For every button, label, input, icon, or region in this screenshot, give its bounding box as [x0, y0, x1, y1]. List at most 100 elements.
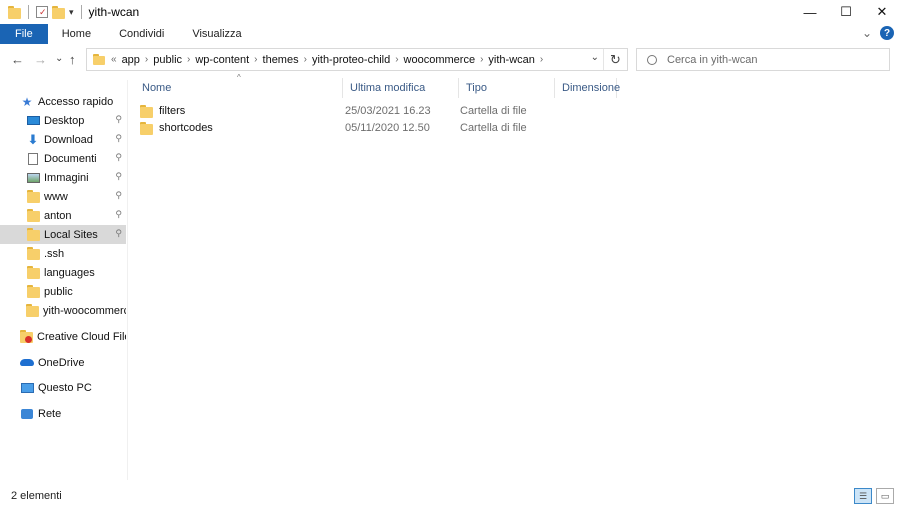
sidebar-item-label: Immagini	[44, 171, 89, 184]
up-button[interactable]: ↑	[69, 52, 76, 67]
file-modified: 05/11/2020 12.50	[345, 122, 430, 134]
pin-icon[interactable]: ⚲	[115, 171, 122, 182]
folder-icon	[140, 121, 153, 135]
folder-icon	[140, 104, 153, 118]
sidebar-item-ssh[interactable]: .ssh	[0, 244, 126, 263]
tab-share[interactable]: Condividi	[105, 24, 178, 44]
quick-access-toolbar: ✓ ▾	[0, 5, 85, 19]
sidebar-item-public[interactable]: public	[0, 282, 126, 301]
pin-icon[interactable]: ⚲	[115, 228, 122, 239]
file-name: shortcodes	[159, 122, 213, 134]
folder-icon	[26, 190, 40, 203]
minimize-button[interactable]: —	[792, 0, 828, 24]
new-folder-icon[interactable]	[52, 5, 65, 19]
back-button[interactable]: ←	[11, 52, 24, 67]
expand-ribbon-icon[interactable]: ⌄	[862, 26, 872, 40]
tab-file[interactable]: File	[0, 24, 48, 44]
large-icons-view-icon[interactable]: ▭	[876, 488, 894, 504]
forward-button[interactable]: →	[34, 52, 47, 67]
customize-toolbar-icon[interactable]: ▾	[69, 7, 74, 18]
sidebar-item-www[interactable]: www ⚲	[0, 187, 126, 206]
sidebar-item-languages[interactable]: languages	[0, 263, 126, 282]
column-header-name[interactable]: Nome	[135, 78, 343, 98]
file-row[interactable]: filters 25/03/2021 16.23 Cartella di fil…	[140, 102, 555, 120]
sidebar-item-anton[interactable]: anton ⚲	[0, 206, 126, 225]
pin-icon[interactable]: ⚲	[115, 209, 122, 220]
address-bar[interactable]: « app › public › wp-content › themes › y…	[86, 48, 628, 71]
creative-cloud-icon	[20, 330, 33, 343]
sidebar-item-label: OneDrive	[38, 356, 85, 369]
column-headers: Nome Ultima modifica Tipo Dimensione	[135, 78, 620, 98]
refresh-button[interactable]: ↻	[603, 49, 627, 70]
pin-icon[interactable]: ⚲	[115, 190, 122, 201]
pin-icon[interactable]: ⚲	[115, 152, 122, 163]
sidebar-item-download[interactable]: ⬇ Download ⚲	[0, 130, 126, 149]
sidebar-item-label: Local Sites	[44, 228, 98, 241]
sidebar-item-label: Questo PC	[38, 381, 92, 394]
breadcrumb-item[interactable]: yith-wcan	[483, 54, 539, 66]
breadcrumb-item[interactable]: app	[117, 54, 145, 66]
view-switcher: ☰ ▭	[854, 488, 894, 504]
sidebar-item-label: yith-woocommerce	[43, 304, 126, 317]
onedrive-icon	[20, 359, 34, 366]
breadcrumb: « app › public › wp-content › themes › y…	[87, 54, 543, 66]
column-header-type[interactable]: Tipo	[459, 78, 555, 98]
sidebar-item-label: Download	[44, 133, 93, 146]
search-box[interactable]: Cerca in yith-wcan	[636, 48, 890, 71]
sidebar-item-label: Accesso rapido	[38, 95, 114, 108]
sidebar-item-rete[interactable]: Rete	[0, 404, 126, 423]
sidebar-item-questo-pc[interactable]: Questo PC	[0, 378, 126, 397]
pin-icon[interactable]: ⚲	[115, 114, 122, 125]
sidebar-item-yith-woocommerce[interactable]: yith-woocommerce	[0, 301, 126, 320]
search-icon	[647, 54, 657, 65]
sidebar-item-label: Rete	[38, 407, 62, 420]
chevron-right-icon[interactable]: ›	[540, 54, 543, 65]
breadcrumb-item[interactable]: yith-proteo-child	[307, 54, 395, 66]
file-type: Cartella di file	[460, 105, 527, 117]
tab-view[interactable]: Visualizza	[178, 24, 255, 44]
column-header-size[interactable]: Dimensione	[555, 78, 620, 98]
sidebar-item-label: Desktop	[44, 114, 85, 127]
sidebar-item-label: .ssh	[44, 247, 65, 260]
sidebar-item-onedrive[interactable]: OneDrive	[0, 353, 126, 372]
breadcrumb-item[interactable]: public	[148, 54, 187, 66]
breadcrumb-item[interactable]: themes	[258, 54, 304, 66]
address-dropdown-button[interactable]: ⌄	[591, 52, 599, 63]
file-type: Cartella di file	[460, 122, 527, 134]
folder-icon	[26, 228, 40, 241]
details-view-icon[interactable]: ☰	[854, 488, 872, 504]
sidebar-item-local-sites[interactable]: Local Sites ⚲	[0, 225, 126, 244]
window-title: yith-wcan	[88, 5, 140, 19]
search-input[interactable]: Cerca in yith-wcan	[667, 54, 757, 66]
sidebar-item-creative-cloud-files[interactable]: Creative Cloud Files	[0, 327, 126, 346]
sidebar-item-label: anton	[44, 209, 72, 222]
sidebar-item-accesso-rapido[interactable]: ★ Accesso rapido	[0, 92, 126, 111]
download-icon: ⬇	[27, 131, 39, 147]
folder-icon	[8, 5, 21, 19]
breadcrumb-item[interactable]: woocommerce	[399, 54, 481, 66]
properties-icon[interactable]: ✓	[36, 6, 48, 18]
navigation-pane: ★ Accesso rapido Desktop ⚲ ⬇ Download ⚲ Documen…	[0, 80, 128, 480]
item-count: 2 elementi	[11, 490, 62, 502]
breadcrumb-item[interactable]: wp-content	[190, 54, 254, 66]
pictures-icon	[26, 172, 40, 183]
folder-icon	[26, 266, 40, 279]
file-name: filters	[159, 105, 186, 117]
maximize-button[interactable]: ☐	[828, 0, 864, 24]
tab-home[interactable]: Home	[48, 24, 105, 44]
ribbon: File Home Condividi Visualizza ⌄ ?	[0, 24, 900, 44]
network-icon	[20, 408, 34, 419]
sidebar-item-label: www	[44, 190, 68, 203]
sidebar-item-documenti[interactable]: Documenti ⚲	[0, 149, 126, 168]
recent-locations-button[interactable]: ⌄	[55, 53, 63, 64]
sidebar-item-immagini[interactable]: Immagini ⚲	[0, 168, 126, 187]
column-header-modified[interactable]: Ultima modifica	[343, 78, 459, 98]
sidebar-item-label: Creative Cloud Files	[37, 330, 126, 343]
file-row[interactable]: shortcodes 05/11/2020 12.50 Cartella di …	[140, 119, 555, 137]
help-icon[interactable]: ?	[880, 26, 894, 40]
pin-icon[interactable]: ⚲	[115, 133, 122, 144]
folder-icon	[26, 247, 40, 260]
sidebar-item-desktop[interactable]: Desktop ⚲	[0, 111, 126, 130]
close-button[interactable]: ✕	[864, 0, 900, 24]
folder-icon	[26, 285, 40, 298]
